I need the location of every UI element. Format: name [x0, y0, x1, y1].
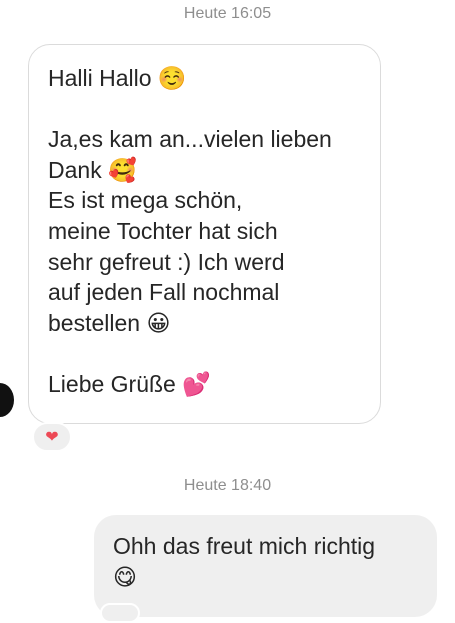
heart-icon: ❤ [45, 429, 59, 446]
incoming-message-text: Halli Hallo ☺️ Ja,es kam an...vielen lie… [48, 65, 332, 397]
outgoing-message-text: Ohh das freut mich richtig 😋 [113, 533, 376, 590]
heart-reaction-badge[interactable]: ❤ [32, 422, 72, 452]
outgoing-reaction-badge[interactable] [100, 603, 140, 623]
sender-avatar[interactable] [0, 383, 14, 417]
timestamp-first: Heute 16:05 [183, 5, 272, 22]
incoming-message-bubble[interactable]: Halli Hallo ☺️ Ja,es kam an...vielen lie… [28, 44, 381, 424]
timestamp-second: Heute 18:40 [183, 477, 272, 494]
outgoing-message-bubble[interactable]: Ohh das freut mich richtig 😋 [94, 515, 437, 617]
